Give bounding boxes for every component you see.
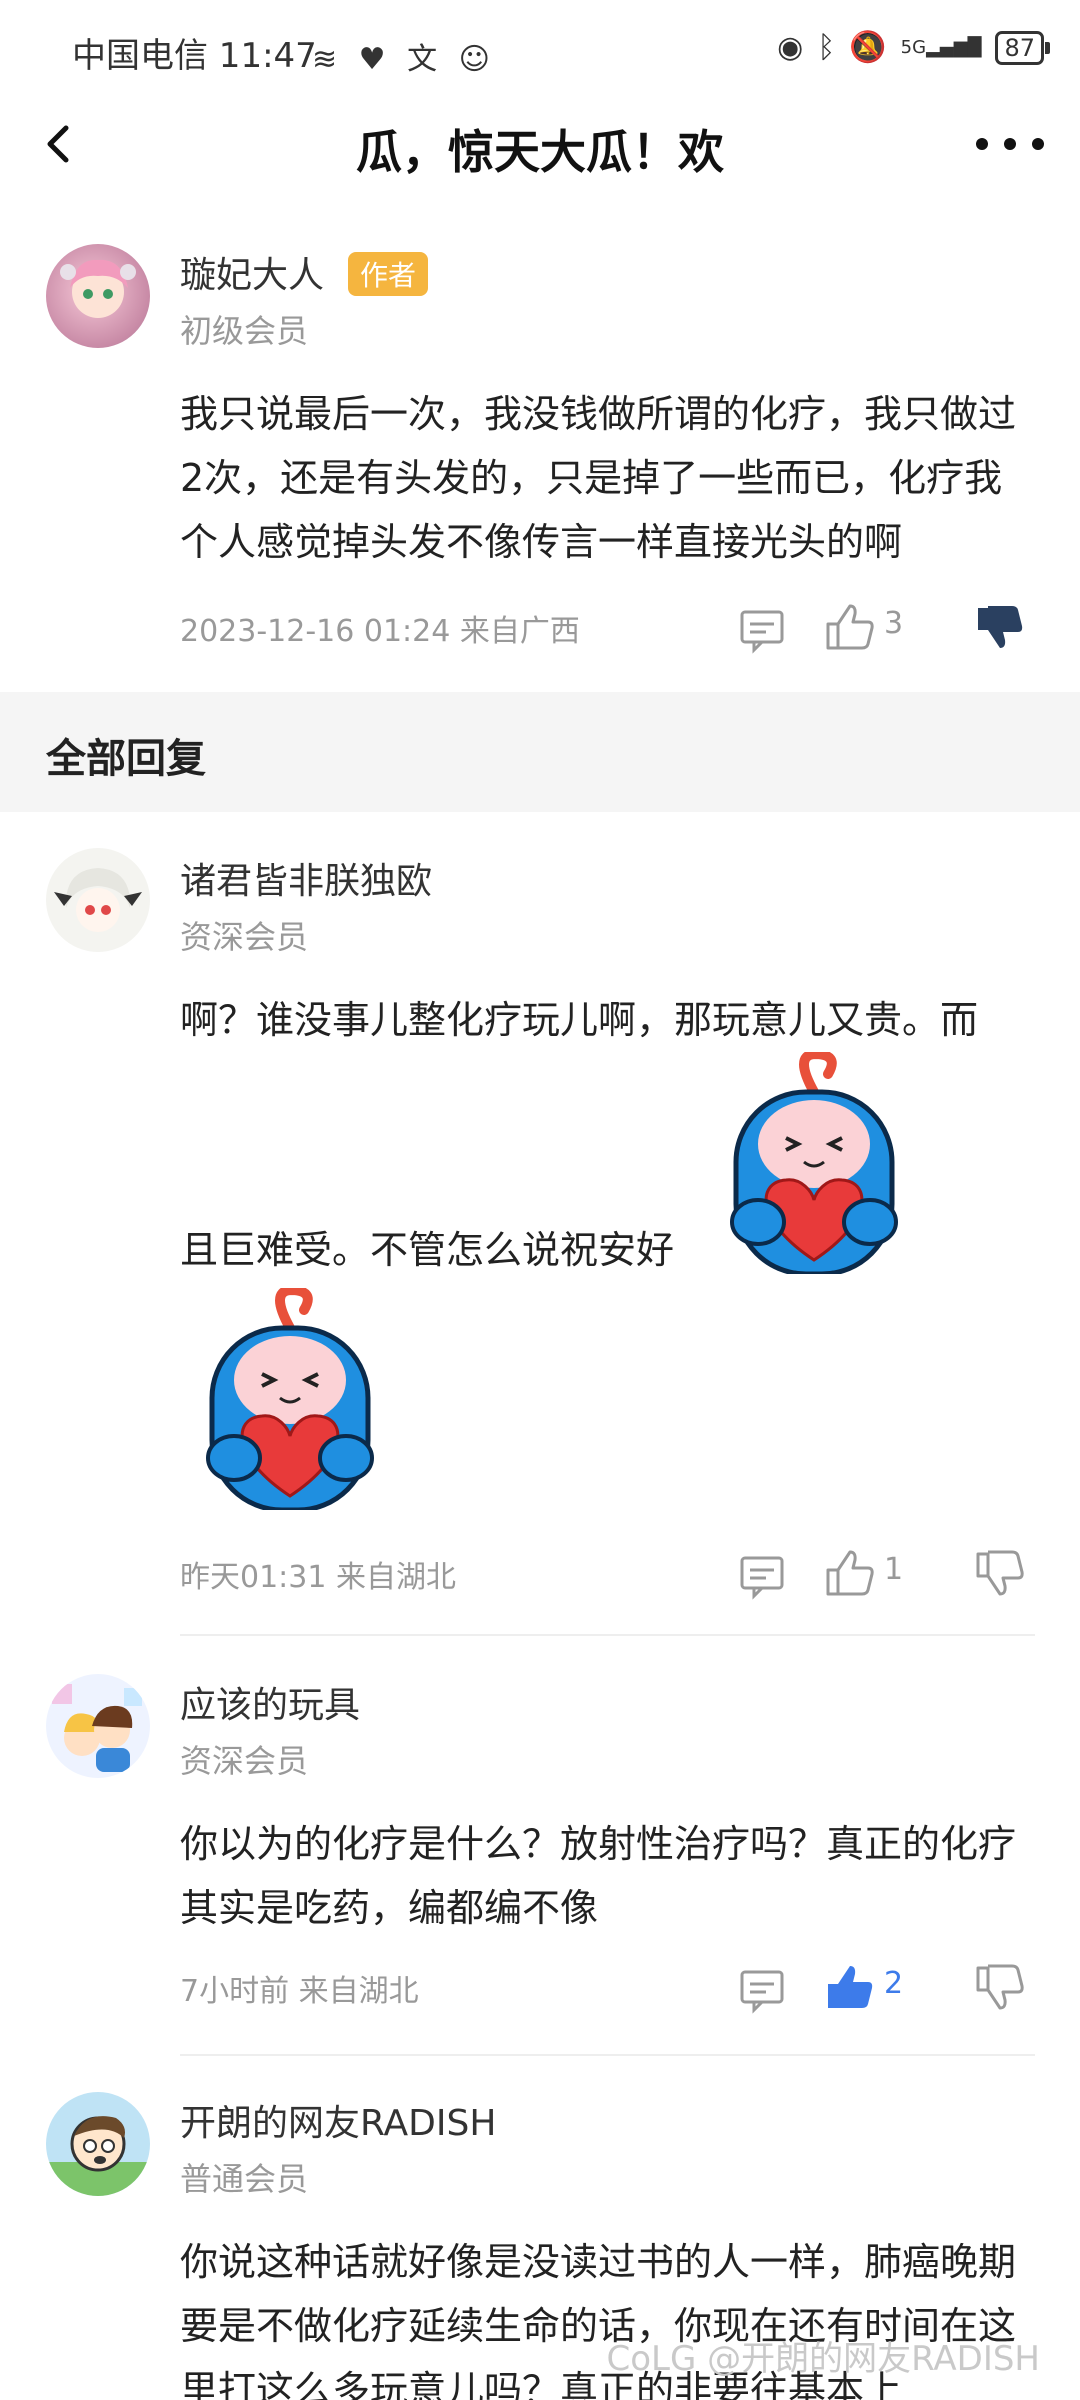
reply-item: 应该的玩具 资深会员 你以为的化疗是什么？放射性治疗吗？真正的化疗其实是吃药，编… <box>0 1636 1080 2056</box>
status-bar: 中国电信 11:47 ≋ ♥ 文 ☺ ◉ ᛒ 🔕 5G▂▄▆█ 87 <box>0 0 1080 100</box>
comment-icon[interactable] <box>734 600 790 656</box>
all-replies-header: 全部回复 <box>0 692 1080 812</box>
username[interactable]: 璇妃大人 <box>180 246 324 298</box>
username[interactable]: 诸君皆非朕独欧 <box>180 852 432 904</box>
battery-indicator: 87 <box>995 30 1050 65</box>
author-badge: 作者 <box>348 252 429 296</box>
mute-bell-icon: 🔕 <box>849 30 887 65</box>
reply-content-line1: 啊？谁没事儿整化疗玩儿啊，那玩意儿又贵。而 <box>180 998 979 1042</box>
section-label: 全部回复 <box>46 736 206 782</box>
thumbs-up-icon[interactable] <box>822 1544 878 1600</box>
like-count: 3 <box>884 606 904 641</box>
thumbs-down-icon-active[interactable] <box>972 600 1028 656</box>
avatar-art <box>60 259 136 318</box>
heart-hug-sticker <box>730 1052 898 1274</box>
comment-icon[interactable] <box>734 1546 790 1602</box>
member-level: 初级会员 <box>180 312 309 350</box>
status-right: ◉ ᛒ 🔕 5G▂▄▆█ 87 <box>777 30 1050 65</box>
heart-hug-sticker <box>206 1288 374 1510</box>
original-post: 璇妃大人 作者 初级会员 我只说最后一次，我没钱做所谓的化疗，我只做过2次，还是… <box>0 230 1080 690</box>
like-count: 2 <box>884 1966 904 2001</box>
thumbs-down-icon[interactable] <box>972 1960 1028 2016</box>
thumbs-up-icon[interactable] <box>822 598 878 654</box>
member-level: 资深会员 <box>180 1742 309 1780</box>
reply-content: 你以为的化疗是什么？放射性治疗吗？真正的化疗其实是吃药，编都编不像 <box>180 1822 1017 1930</box>
watermark: CoLG @开朗的网友RADISH <box>606 2339 1041 2379</box>
like-count: 1 <box>884 1552 904 1587</box>
avatar[interactable] <box>46 848 150 952</box>
page-title: 瓜，惊天大瓜！欢 <box>356 125 724 179</box>
nav-bar: 瓜，惊天大瓜！欢 <box>0 100 1080 196</box>
more-options-icon[interactable] <box>970 114 1050 174</box>
reply-meta: 昨天01:31 来自湖北 <box>180 1560 456 1595</box>
bluetooth-icon: ᛒ <box>817 30 836 65</box>
notification-icons: ≋ ♥ 文 ☺ <box>312 42 496 77</box>
reply-item: 诸君皆非朕独欧 资深会员 啊？谁没事儿整化疗玩儿啊，那玩意儿又贵。而 且巨难受。… <box>0 812 1080 1636</box>
comment-icon[interactable] <box>734 1960 790 2016</box>
reply-content-line2: 且巨难受。不管怎么说祝安好 <box>180 1228 675 1272</box>
member-level: 普通会员 <box>180 2160 309 2198</box>
post-content: 我只说最后一次，我没钱做所谓的化疗，我只做过2次，还是有头发的，只是掉了一些而已… <box>180 392 1017 564</box>
username[interactable]: 应该的玩具 <box>180 1676 360 1728</box>
reply-meta: 7小时前 来自湖北 <box>180 1974 419 2009</box>
eye-icon: ◉ <box>777 30 804 65</box>
avatar[interactable] <box>46 244 150 348</box>
thumbs-up-icon-active[interactable] <box>822 1958 878 2014</box>
avatar[interactable] <box>46 1674 150 1778</box>
signal-icon: 5G▂▄▆█ <box>900 36 982 58</box>
avatar-art <box>54 868 142 932</box>
avatar-art <box>46 2116 150 2196</box>
member-level: 资深会员 <box>180 918 309 956</box>
post-meta: 2023-12-16 01:24 来自广西 <box>180 614 580 649</box>
avatar-art <box>52 1684 142 1772</box>
avatar[interactable] <box>46 2092 150 2196</box>
username[interactable]: 开朗的网友RADISH <box>180 2094 496 2146</box>
thumbs-down-icon[interactable] <box>972 1546 1028 1602</box>
carrier-time: 中国电信 11:47 <box>72 36 317 76</box>
